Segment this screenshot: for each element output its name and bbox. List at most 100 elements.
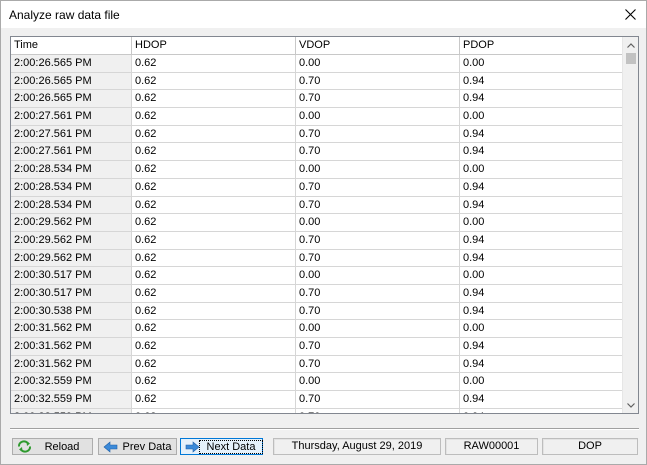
table-row[interactable]: 2:00:32.559 PM 0.62 0.00 0.00 — [11, 373, 623, 392]
cell-hdop[interactable]: 0.62 — [132, 196, 296, 215]
cell-vdop[interactable]: 0.00 — [296, 55, 460, 73]
cell-vdop[interactable]: 0.70 — [296, 72, 460, 91]
table-row[interactable]: 2:00:30.517 PM 0.62 0.70 0.94 — [11, 284, 623, 303]
cell-vdop[interactable]: 0.70 — [296, 178, 460, 197]
cell-pdop[interactable]: 0.94 — [460, 232, 623, 250]
column-header-vdop[interactable]: VDOP — [296, 37, 460, 55]
cell-pdop[interactable]: 0.94 — [460, 285, 623, 303]
cell-vdop[interactable]: 0.70 — [296, 284, 460, 303]
cell-pdop[interactable]: 0.94 — [460, 409, 623, 413]
cell-hdop[interactable]: 0.62 — [132, 178, 296, 197]
cell-pdop[interactable]: 0.94 — [460, 197, 623, 215]
cell-time[interactable]: 2:00:31.562 PM — [11, 320, 132, 338]
vertical-scrollbar[interactable] — [622, 37, 638, 413]
cell-hdop[interactable]: 0.62 — [132, 143, 296, 162]
table-row[interactable]: 2:00:28.534 PM 0.62 0.70 0.94 — [11, 178, 623, 197]
cell-pdop[interactable]: 0.00 — [460, 108, 623, 126]
cell-vdop[interactable]: 0.70 — [296, 125, 460, 144]
cell-time[interactable]: 2:00:30.517 PM — [11, 267, 132, 285]
cell-time[interactable]: 2:00:30.517 PM — [11, 284, 132, 303]
cell-hdop[interactable]: 0.62 — [132, 320, 296, 338]
cell-time[interactable]: 2:00:26.565 PM — [11, 55, 132, 73]
table-row[interactable]: 2:00:27.561 PM 0.62 0.70 0.94 — [11, 125, 623, 144]
cell-hdop[interactable]: 0.62 — [132, 231, 296, 250]
cell-hdop[interactable]: 0.62 — [132, 72, 296, 91]
cell-pdop[interactable]: 0.00 — [460, 214, 623, 232]
cell-hdop[interactable]: 0.62 — [132, 408, 296, 413]
table-row[interactable]: 2:00:32.559 PM0.620.700.94 — [11, 391, 623, 409]
cell-hdop[interactable]: 0.62 — [132, 90, 296, 109]
table-row[interactable]: 2:00:31.562 PM 0.62 0.70 0.94 — [11, 355, 623, 374]
table-row[interactable]: 2:00:27.561 PM 0.62 0.00 0.00 — [11, 108, 623, 126]
cell-time[interactable]: 2:00:28.534 PM — [11, 178, 132, 197]
column-header-hdop[interactable]: HDOP — [132, 37, 296, 55]
cell-time[interactable]: 2:00:26.565 PM — [11, 90, 132, 109]
cell-pdop[interactable]: 0.00 — [460, 373, 623, 392]
cell-hdop[interactable]: 0.62 — [132, 249, 296, 268]
table-row[interactable]: 2:00:31.562 PM 0.62 0.00 0.00 — [11, 320, 623, 338]
table-row[interactable]: 2:00:26.565 PM 0.62 0.70 0.94 — [11, 90, 623, 109]
close-button[interactable] — [614, 1, 646, 28]
cell-vdop[interactable]: 0.70 — [296, 143, 460, 162]
cell-pdop[interactable]: 0.94 — [460, 250, 623, 268]
table-row[interactable]: 2:00:29.562 PM 0.62 0.00 0.00 — [11, 214, 623, 232]
cell-hdop[interactable]: 0.62 — [132, 355, 296, 374]
cell-vdop[interactable]: 0.70 — [296, 338, 460, 356]
cell-vdop[interactable]: 0.00 — [296, 267, 460, 285]
table-row[interactable]: 2:00:26.565 PM 0.62 0.70 0.94 — [11, 72, 623, 91]
table-row[interactable]: 2:00:29.562 PM 0.62 0.70 0.94 — [11, 249, 623, 268]
cell-pdop[interactable]: 0.94 — [460, 126, 623, 144]
cell-hdop[interactable]: 0.62 — [132, 108, 296, 126]
cell-time[interactable]: 2:00:29.562 PM — [11, 249, 132, 268]
cell-time[interactable]: 2:00:30.538 PM — [11, 302, 132, 321]
cell-pdop[interactable]: 0.00 — [460, 267, 623, 285]
cell-pdop[interactable]: 0.00 — [460, 161, 623, 179]
table-row[interactable]: 2:00:29.562 PM 0.62 0.70 0.94 — [11, 231, 623, 250]
cell-time[interactable]: 2:00:27.561 PM — [11, 108, 132, 126]
cell-time[interactable]: 2:00:32.559 PM — [11, 408, 132, 413]
table-row[interactable]: 2:00:30.517 PM 0.62 0.00 0.00 — [11, 267, 623, 285]
cell-pdop[interactable]: 0.94 — [460, 356, 623, 374]
table-row[interactable]: 2:00:30.538 PM 0.62 0.70 0.94 — [11, 302, 623, 321]
cell-hdop[interactable]: 0.62 — [132, 338, 296, 356]
cell-pdop[interactable]: 0.94 — [460, 303, 623, 321]
column-header-time[interactable]: Time — [11, 37, 132, 55]
data-grid[interactable]: Time HDOP VDOP PDOP 2:00:26.565 PM 0.62 0.… — [10, 36, 639, 414]
column-header-pdop[interactable]: PDOP — [460, 37, 623, 55]
cell-pdop[interactable]: 0.94 — [460, 179, 623, 197]
cell-time[interactable]: 2:00:32.559 PM — [11, 373, 132, 392]
cell-pdop[interactable]: 0.94 — [460, 338, 623, 356]
next-data-button[interactable]: Next Data — [180, 438, 263, 455]
table-row[interactable]: 2:00:26.565 PM 0.62 0.00 0.00 — [11, 55, 623, 73]
prev-data-button[interactable]: Prev Data — [98, 438, 177, 455]
table-row[interactable]: 2:00:31.562 PM 0.62 0.70 0.94 — [11, 338, 623, 356]
cell-pdop[interactable]: 0.00 — [460, 55, 623, 73]
cell-vdop[interactable]: 0.00 — [296, 108, 460, 126]
cell-hdop[interactable]: 0.62 — [132, 302, 296, 321]
reload-button[interactable]: Reload — [12, 438, 93, 455]
cell-time[interactable]: 2:00:32.559 PM — [11, 391, 132, 409]
table-row[interactable]: 2:00:28.534 PM 0.62 0.70 0.94 — [11, 196, 623, 215]
cell-time[interactable]: 2:00:29.562 PM — [11, 214, 132, 232]
cell-vdop[interactable]: 0.70 — [296, 249, 460, 268]
cell-vdop[interactable]: 0.00 — [296, 373, 460, 392]
cell-time[interactable]: 2:00:31.562 PM — [11, 355, 132, 374]
cell-vdop[interactable]: 0.70 — [296, 231, 460, 250]
cell-pdop[interactable]: 0.94 — [460, 143, 623, 162]
cell-vdop[interactable]: 0.70 — [296, 196, 460, 215]
cell-hdop[interactable]: 0.62 — [132, 161, 296, 179]
cell-vdop[interactable]: 0.70 — [296, 90, 460, 109]
cell-hdop[interactable]: 0.62 — [132, 284, 296, 303]
cell-pdop[interactable]: 0.94 — [460, 73, 623, 91]
scroll-down-button[interactable] — [623, 397, 638, 413]
table-row[interactable]: 2:00:32.559 PM0.620.700.94 — [11, 408, 623, 413]
cell-hdop[interactable]: 0.62 — [132, 125, 296, 144]
cell-hdop[interactable]: 0.62 — [132, 55, 296, 73]
cell-hdop[interactable]: 0.62 — [132, 214, 296, 232]
title-bar[interactable]: Analyze raw data file — [1, 1, 646, 28]
table-row[interactable]: 2:00:28.534 PM 0.62 0.00 0.00 — [11, 161, 623, 179]
cell-pdop[interactable]: 0.00 — [460, 320, 623, 338]
cell-vdop[interactable]: 0.70 — [296, 302, 460, 321]
scroll-thumb[interactable] — [626, 53, 636, 64]
cell-hdop[interactable]: 0.62 — [132, 373, 296, 392]
